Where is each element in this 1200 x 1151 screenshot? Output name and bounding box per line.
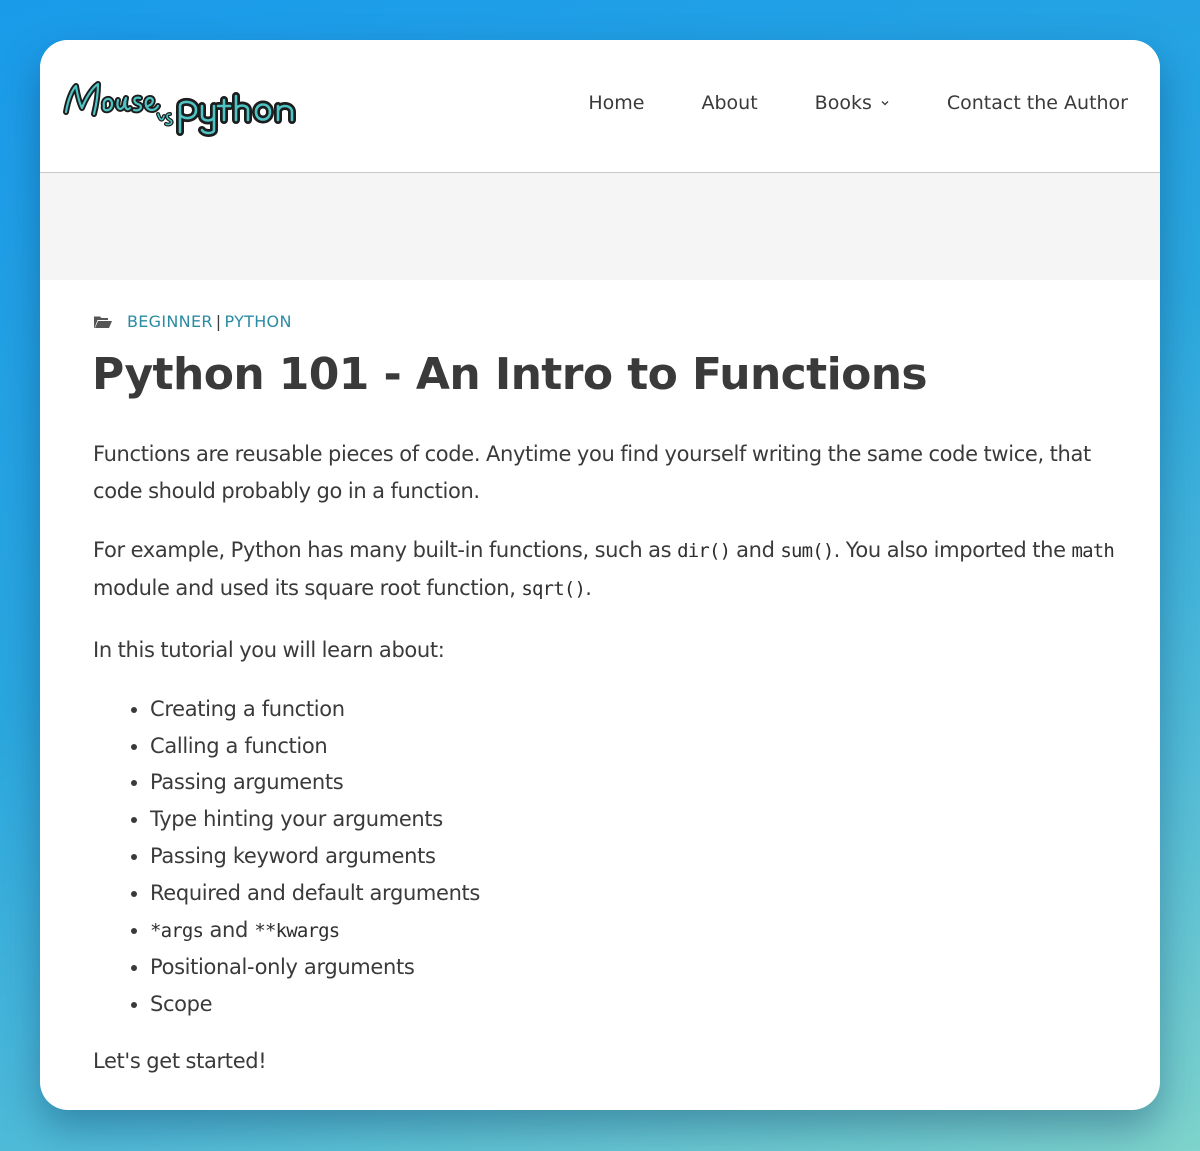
closing-paragraph: Let's get started! — [93, 1048, 267, 1073]
list-item: Required and default arguments — [150, 875, 1132, 912]
list-item: Calling a function — [150, 728, 1132, 765]
nav-books-label: Books — [814, 92, 872, 114]
list-item: Passing keyword arguments — [150, 838, 1132, 875]
category-beginner[interactable]: BEGINNER — [127, 312, 213, 331]
code-kwargs: **kwargs — [254, 919, 340, 942]
learn-intro-paragraph: In this tutorial you will learn about: — [93, 637, 445, 662]
text-span: . You also imported the — [833, 537, 1072, 562]
nav-contact-author[interactable]: Contact the Author — [947, 92, 1128, 114]
topics-list: Creating a function Calling a function P… — [93, 691, 1132, 1023]
example-paragraph: For example, Python has many built-in fu… — [93, 532, 1132, 608]
page-header-band — [40, 173, 1160, 280]
code-dir: dir() — [677, 539, 731, 562]
category-separator: | — [215, 312, 222, 331]
browser-page-card: Home About Books Contact the Author BEGI… — [40, 40, 1160, 1110]
intro-paragraph: Functions are reusable pieces of code. A… — [93, 441, 1091, 503]
post-article: BEGINNER | PYTHON Python 101 - An Intro … — [52, 280, 1160, 1080]
list-item: Positional-only arguments — [150, 949, 1132, 986]
site-header: Home About Books Contact the Author — [40, 40, 1160, 173]
chevron-down-icon — [881, 101, 889, 106]
text-span: and — [203, 917, 255, 942]
list-item: Type hinting your arguments — [150, 801, 1132, 838]
list-item: Creating a function — [150, 691, 1132, 728]
list-item: Passing arguments — [150, 764, 1132, 801]
list-item: *args and **kwargs — [150, 912, 1132, 950]
category-python[interactable]: PYTHON — [224, 312, 291, 331]
code-args: *args — [150, 919, 204, 942]
folder-open-icon — [94, 316, 112, 328]
nav-home[interactable]: Home — [588, 92, 644, 114]
code-sum: sum() — [780, 539, 834, 562]
code-sqrt: sqrt() — [521, 577, 586, 600]
text-span: and — [730, 537, 781, 562]
code-math: math — [1071, 539, 1115, 562]
text-span: For example, Python has many built-in fu… — [93, 537, 678, 562]
site-logo[interactable] — [58, 76, 313, 138]
nav-books[interactable]: Books — [815, 92, 890, 114]
post-categories: BEGINNER | PYTHON — [93, 280, 1132, 331]
nav-about[interactable]: About — [701, 92, 757, 114]
text-span: . — [585, 575, 592, 600]
logo-image — [63, 81, 296, 137]
main-nav: Home About Books Contact the Author — [588, 92, 1128, 114]
text-span: module and used its square root function… — [93, 575, 522, 600]
post-title: Python 101 - An Intro to Functions — [92, 349, 928, 400]
list-item: Scope — [150, 986, 1132, 1023]
